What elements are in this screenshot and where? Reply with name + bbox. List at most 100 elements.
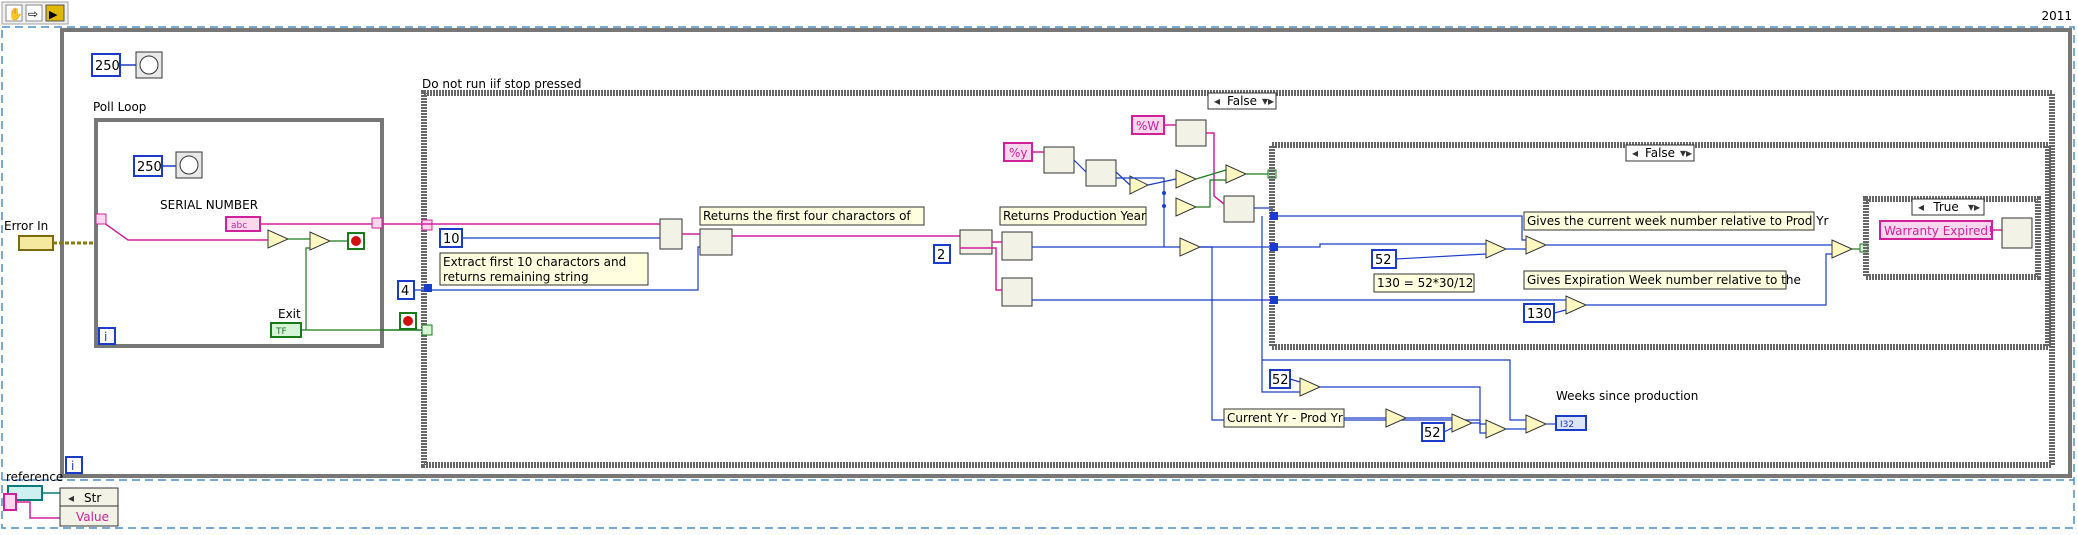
const-10: 10 <box>439 228 463 248</box>
stop-icon <box>403 316 413 326</box>
decimal-string-to-number-2 <box>1001 277 1033 307</box>
innermost-case-selector[interactable]: ◂ True ▾▸ <box>1911 198 1985 216</box>
format-y-const: %y <box>1003 142 1033 162</box>
svg-text:True: True <box>1932 200 1959 214</box>
svg-text:◂: ◂ <box>1632 146 1638 160</box>
format-w-const: %W <box>1131 115 1165 135</box>
weeks-indicator[interactable]: I32 <box>1555 415 1587 431</box>
const-52-a: 52 <box>1371 249 1397 269</box>
or-node <box>309 231 332 251</box>
svg-text:52: 52 <box>1272 373 1289 388</box>
svg-text:⇨: ⇨ <box>28 7 38 21</box>
svg-text:Gives the current week number: Gives the current week number relative t… <box>1527 214 1829 228</box>
warranty-expired-const: Warranty Expired! <box>1879 220 1993 240</box>
cur-minus-prod-comment: Current Yr - Prod Yr <box>1223 408 1345 428</box>
const-130: 130 <box>1523 303 1555 323</box>
svg-text:4: 4 <box>401 284 409 299</box>
svg-text:i: i <box>71 459 74 473</box>
decrement-node-2 <box>1385 408 1408 428</box>
calc-130-comment: 130 = 52*30/12 <box>1373 273 1475 293</box>
clock-icon <box>179 155 199 175</box>
format-datetime-node-2 <box>1175 119 1207 147</box>
extract-comment-line2: returns remaining string <box>443 270 589 284</box>
arrow-right-icon[interactable]: ⇨ <box>25 4 43 22</box>
shift-register-right <box>371 217 383 229</box>
svg-text:TF: TF <box>275 327 287 337</box>
svg-text:I32: I32 <box>1560 420 1574 430</box>
block-diagram: ✋ ⇨ ▶ 2011 i 250 Poll Loop 250 SERIAL NU… <box>0 0 2078 531</box>
hand-icon[interactable]: ✋ <box>5 4 23 22</box>
equal-node-2 <box>1175 197 1198 217</box>
poll-timer-value: 250 <box>137 160 162 175</box>
highlight-icon[interactable]: ▶ <box>45 4 65 22</box>
svg-text:▶: ▶ <box>49 8 58 21</box>
extract-comment: Extract first 10 charactors and returns … <box>439 252 649 286</box>
subtract-node-2 <box>1299 377 1322 397</box>
property-value: Value <box>76 510 109 524</box>
svg-text:Returns Production Year: Returns Production Year <box>1003 209 1146 223</box>
add-node <box>1525 235 1548 255</box>
svg-text:52: 52 <box>1375 253 1392 268</box>
property-class: Str <box>84 491 101 505</box>
tunnel-4 <box>424 284 432 292</box>
outer-case-label: Do not run iif stop pressed <box>422 77 581 91</box>
poll-loop-label: Poll Loop <box>93 100 146 114</box>
poll-timer: 250 <box>133 151 203 179</box>
decimal-to-number-node <box>1085 159 1117 187</box>
svg-text:▾▸: ▾▸ <box>1968 200 1980 214</box>
shift-register-left <box>95 213 107 225</box>
case-selector-tunnel <box>421 324 433 336</box>
poll-iteration-terminal: i <box>98 327 116 345</box>
or-node-2 <box>1225 164 1248 184</box>
prod-year-comment: Returns Production Year <box>999 206 1147 226</box>
one-button-dialog-node <box>2001 217 2033 249</box>
svg-text:Gives Expiration Week number r: Gives Expiration Week number relative to… <box>1527 273 1801 287</box>
first-four-comment: Returns the first four charactors of <box>699 206 925 226</box>
outer-case-selector[interactable]: ◂ False ▾▸ <box>1207 92 1277 110</box>
svg-text:False: False <box>1227 94 1257 108</box>
outer-timer: 250 <box>91 51 163 79</box>
stop-icon <box>351 236 361 246</box>
subtract-node <box>1179 237 1202 257</box>
current-week-comment: Gives the current week number relative t… <box>1523 211 1829 231</box>
outer-while-loop <box>60 28 2072 478</box>
clock-icon <box>139 55 159 75</box>
greater-than-node <box>1831 239 1854 259</box>
svg-text:Current Yr - Prod Yr: Current Yr - Prod Yr <box>1227 411 1343 425</box>
decimal-to-number-node-3 <box>1223 195 1255 223</box>
svg-text:▾▸: ▾▸ <box>1262 94 1274 108</box>
add-node-3 <box>1485 419 1508 439</box>
case-tunnel-string <box>421 219 433 231</box>
add-node-4 <box>1525 414 1548 434</box>
svg-text:2: 2 <box>937 248 945 263</box>
toolbar: ✋ ⇨ ▶ <box>1 1 69 25</box>
const-2: 2 <box>933 244 951 264</box>
svg-text:abc: abc <box>231 221 247 231</box>
error-in-terminal[interactable] <box>18 235 54 251</box>
decrement-node <box>1129 175 1150 195</box>
svg-text:▾▸: ▾▸ <box>1680 146 1692 160</box>
svg-text:10: 10 <box>443 232 460 247</box>
svg-text:◂: ◂ <box>68 491 74 505</box>
svg-text:130: 130 <box>1527 307 1552 322</box>
extract-comment-line1: Extract first 10 charactors and <box>443 255 626 269</box>
multiply-node <box>1485 239 1508 259</box>
string-subset-node-2 <box>699 228 733 256</box>
diagram-canvas: ✋ ⇨ ▶ 2011 i 250 Poll Loop 250 SERIAL NU… <box>1 1 2075 529</box>
const-4: 4 <box>397 280 415 300</box>
string-subset-node <box>659 218 683 250</box>
value-control[interactable] <box>3 493 17 511</box>
expiration-comment: Gives Expiration Week number relative to… <box>1523 270 1801 290</box>
decimal-string-to-number <box>1001 231 1033 261</box>
weeks-since-label: Weeks since production <box>1556 389 1698 403</box>
error-in-label: Error In <box>4 219 48 233</box>
outer-timer-value: 250 <box>95 59 120 74</box>
inner-case-selector[interactable]: ◂ False ▾▸ <box>1625 144 1695 162</box>
reference-label: reference <box>6 470 63 484</box>
multiply-node-2 <box>1451 413 1474 433</box>
serial-number-terminal[interactable]: abc <box>225 216 261 232</box>
exit-terminal[interactable]: TF <box>270 322 302 338</box>
add-node-2 <box>1565 295 1588 315</box>
not-equal-node <box>267 229 290 249</box>
exit-label: Exit <box>278 307 301 321</box>
